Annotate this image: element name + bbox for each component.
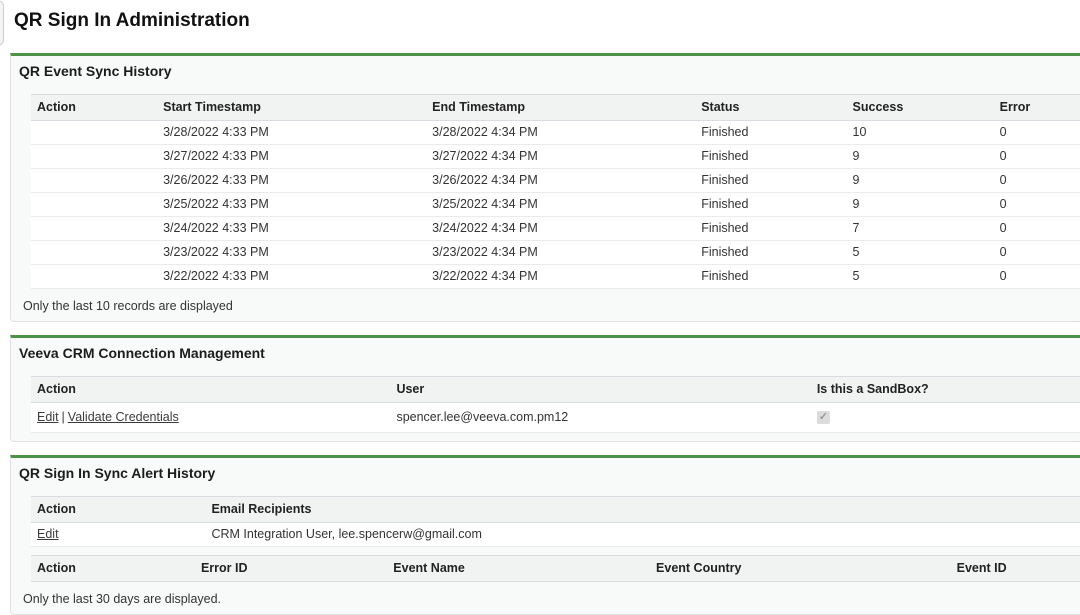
cell-error: 0 (994, 145, 1080, 169)
col-header-error: Error (994, 95, 1080, 121)
cell-error: 0 (994, 217, 1080, 241)
records-limit-note: Only the last 10 records are displayed (23, 299, 1080, 313)
page-title: QR Sign In Administration (14, 10, 1080, 32)
table-header-row: Action Error ID Event Name Event Country… (31, 556, 1080, 582)
cell-action (31, 265, 157, 289)
cell-status: Finished (695, 145, 846, 169)
section-title-event-sync: QR Event Sync History (11, 56, 1080, 79)
errors-table-wrap: Action Error ID Event Name Event Country… (31, 555, 1080, 582)
rounded-corner-decor (0, 0, 4, 46)
table-row: Edit|Validate Credentials spencer.lee@ve… (31, 403, 1080, 433)
cell-start-timestamp: 3/24/2022 4:33 PM (157, 217, 426, 241)
section-title-crm-connection: Veeva CRM Connection Management (11, 338, 1080, 361)
cell-success: 5 (847, 241, 994, 265)
col-header-action: Action (31, 556, 195, 582)
cell-status: Finished (695, 193, 846, 217)
table-row: 3/25/2022 4:33 PM 3/25/2022 4:34 PM Fini… (31, 193, 1080, 217)
table-header-row: Action Start Timestamp End Timestamp Sta… (31, 95, 1080, 121)
cell-status: Finished (695, 265, 846, 289)
cell-start-timestamp: 3/28/2022 4:33 PM (157, 121, 426, 145)
crm-connection-table-wrap: Action User Is this a SandBox? Edit|Vali… (31, 376, 1080, 433)
recipients-table-wrap: Action Email Recipients Edit CRM Integra… (31, 496, 1080, 547)
event-sync-table-wrap: Action Start Timestamp End Timestamp Sta… (31, 94, 1080, 289)
crm-connection-table: Action User Is this a SandBox? Edit|Vali… (31, 376, 1080, 433)
col-header-event-name: Event Name (387, 556, 650, 582)
cell-start-timestamp: 3/27/2022 4:33 PM (157, 145, 426, 169)
cell-status: Finished (695, 121, 846, 145)
cell-status: Finished (695, 169, 846, 193)
table-row: 3/23/2022 4:33 PM 3/23/2022 4:34 PM Fini… (31, 241, 1080, 265)
sandbox-checkbox-checked[interactable]: ✓ (817, 411, 830, 424)
section-sync-alert-history: QR Sign In Sync Alert History Action Ema… (10, 455, 1080, 615)
section-crm-connection: Veeva CRM Connection Management Action U… (10, 335, 1080, 442)
cell-end-timestamp: 3/26/2022 4:34 PM (426, 169, 695, 193)
validate-credentials-link[interactable]: Validate Credentials (68, 410, 179, 424)
col-header-status: Status (695, 95, 846, 121)
cell-action (31, 121, 157, 145)
days-limit-note: Only the last 30 days are displayed. (23, 592, 1080, 606)
cell-success: 5 (847, 265, 994, 289)
col-header-end-timestamp: End Timestamp (426, 95, 695, 121)
cell-error: 0 (994, 241, 1080, 265)
cell-start-timestamp: 3/26/2022 4:33 PM (157, 169, 426, 193)
table-row: Edit CRM Integration User, lee.spencerw@… (31, 523, 1080, 547)
cell-success: 9 (847, 145, 994, 169)
cell-user: spencer.lee@veeva.com.pm12 (390, 403, 810, 433)
col-header-action: Action (31, 497, 205, 523)
col-header-email-recipients: Email Recipients (205, 497, 1080, 523)
table-header-row: Action Email Recipients (31, 497, 1080, 523)
col-header-action: Action (31, 95, 157, 121)
table-row: 3/27/2022 4:33 PM 3/27/2022 4:34 PM Fini… (31, 145, 1080, 169)
email-recipients-table: Action Email Recipients Edit CRM Integra… (31, 496, 1080, 547)
cell-status: Finished (695, 241, 846, 265)
cell-success: 9 (847, 169, 994, 193)
cell-action: Edit|Validate Credentials (31, 403, 390, 433)
cell-end-timestamp: 3/24/2022 4:34 PM (426, 217, 695, 241)
cell-end-timestamp: 3/23/2022 4:34 PM (426, 241, 695, 265)
cell-success: 10 (847, 121, 994, 145)
link-separator: | (59, 410, 68, 424)
cell-start-timestamp: 3/23/2022 4:33 PM (157, 241, 426, 265)
cell-success: 7 (847, 217, 994, 241)
cell-action (31, 217, 157, 241)
cell-email-recipients: CRM Integration User, lee.spencerw@gmail… (205, 523, 1080, 547)
col-header-sandbox: Is this a SandBox? (811, 377, 1080, 403)
cell-end-timestamp: 3/28/2022 4:34 PM (426, 121, 695, 145)
col-header-error-id: Error ID (195, 556, 387, 582)
cell-error: 0 (994, 265, 1080, 289)
cell-action (31, 145, 157, 169)
cell-action (31, 169, 157, 193)
cell-sandbox: ✓ (811, 403, 1080, 433)
cell-error: 0 (994, 169, 1080, 193)
cell-action (31, 193, 157, 217)
event-sync-table: Action Start Timestamp End Timestamp Sta… (31, 94, 1080, 289)
section-title-alert-history: QR Sign In Sync Alert History (11, 458, 1080, 481)
cell-end-timestamp: 3/27/2022 4:34 PM (426, 145, 695, 169)
table-row: 3/24/2022 4:33 PM 3/24/2022 4:34 PM Fini… (31, 217, 1080, 241)
edit-link[interactable]: Edit (37, 410, 59, 424)
col-header-event-id: Event ID (951, 556, 1080, 582)
edit-link[interactable]: Edit (37, 527, 59, 541)
cell-success: 9 (847, 193, 994, 217)
cell-action (31, 241, 157, 265)
col-header-success: Success (847, 95, 994, 121)
cell-status: Finished (695, 217, 846, 241)
section-event-sync-history: QR Event Sync History Action Start Times… (10, 53, 1080, 322)
col-header-event-country: Event Country (650, 556, 951, 582)
cell-end-timestamp: 3/22/2022 4:34 PM (426, 265, 695, 289)
col-header-user: User (390, 377, 810, 403)
cell-start-timestamp: 3/25/2022 4:33 PM (157, 193, 426, 217)
sync-errors-table: Action Error ID Event Name Event Country… (31, 555, 1080, 582)
col-header-action: Action (31, 377, 390, 403)
table-row: 3/28/2022 4:33 PM 3/28/2022 4:34 PM Fini… (31, 121, 1080, 145)
cell-action: Edit (31, 523, 205, 547)
table-row: 3/22/2022 4:33 PM 3/22/2022 4:34 PM Fini… (31, 265, 1080, 289)
cell-end-timestamp: 3/25/2022 4:34 PM (426, 193, 695, 217)
cell-start-timestamp: 3/22/2022 4:33 PM (157, 265, 426, 289)
table-row: 3/26/2022 4:33 PM 3/26/2022 4:34 PM Fini… (31, 169, 1080, 193)
table-header-row: Action User Is this a SandBox? (31, 377, 1080, 403)
cell-error: 0 (994, 193, 1080, 217)
cell-error: 0 (994, 121, 1080, 145)
col-header-start-timestamp: Start Timestamp (157, 95, 426, 121)
